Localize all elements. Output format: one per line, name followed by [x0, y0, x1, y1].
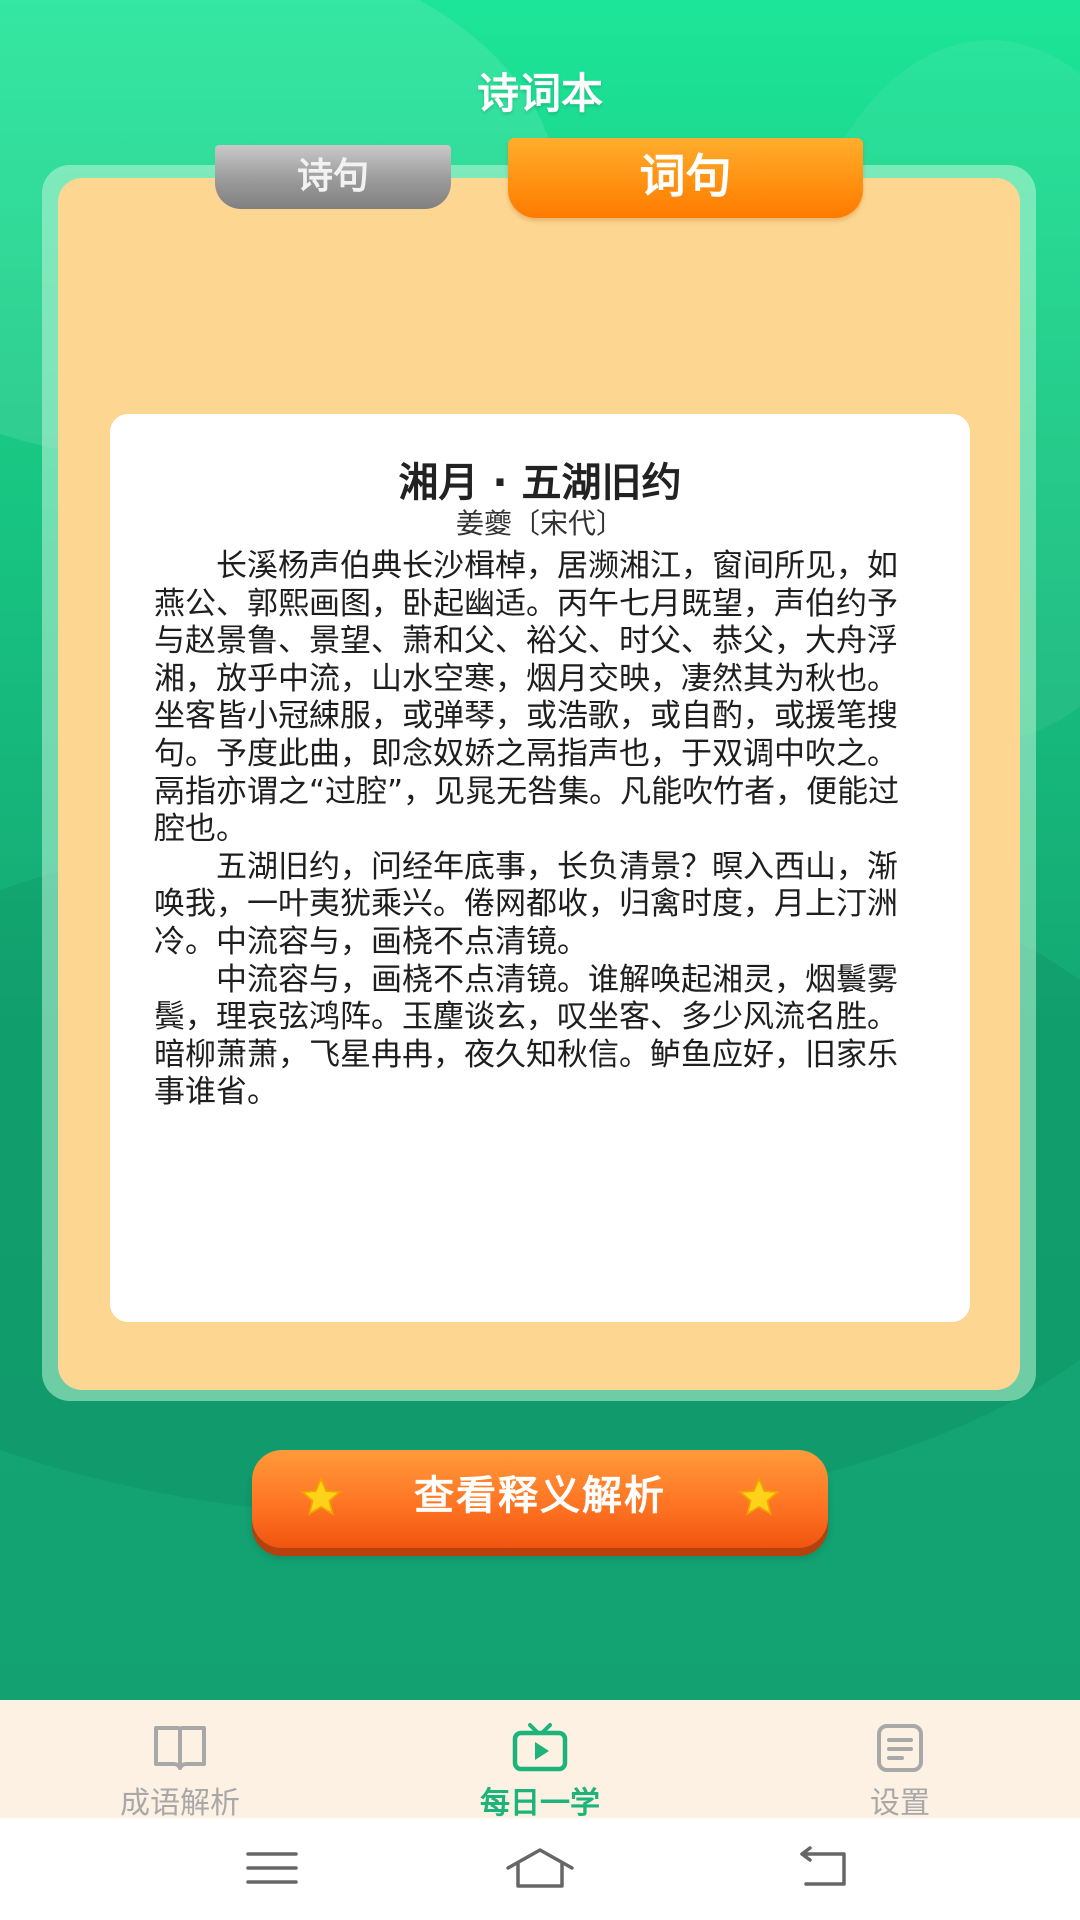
back-icon[interactable] — [796, 1846, 852, 1890]
nav-item-settings[interactable]: 设置 — [750, 1700, 1050, 1821]
document-icon — [877, 1724, 923, 1772]
tv-play-icon — [512, 1723, 568, 1772]
tab-poem-lines[interactable]: 诗句 — [215, 145, 451, 209]
nav-label: 成语解析 — [120, 1786, 240, 1821]
nav-label: 每日一学 — [480, 1786, 600, 1821]
star-icon — [738, 1476, 780, 1516]
system-navigation-bar — [0, 1818, 1080, 1920]
poem-paragraph: 五湖旧约，问经年底事，长负清景？暝入西山，渐唤我，一叶夷犹乘兴。倦网都收，归禽时… — [154, 848, 898, 960]
poem-title: 湘月 · 五湖旧约 — [398, 460, 682, 506]
home-icon[interactable] — [504, 1846, 576, 1890]
book-icon — [154, 1726, 206, 1770]
view-explanation-button[interactable]: 查看释义解析 — [252, 1450, 828, 1548]
poem-paragraph: 中流容与，画桡不点清镜。谁解唤起湘灵，烟鬟雾鬓，理哀弦鸿阵。玉麈谈玄，叹坐客、多… — [154, 961, 898, 1111]
page-title: 诗词本 — [476, 69, 603, 118]
nav-label: 设置 — [870, 1786, 930, 1821]
tab-ci-lines[interactable]: 词句 — [508, 138, 863, 218]
nav-item-daily-learn[interactable]: 每日一学 — [390, 1700, 690, 1821]
bottom-nav: 成语解析 每日一学 设置 — [0, 1700, 1080, 1821]
poem-paragraph: 长溪杨声伯典长沙楫棹，居濒湘江，窗间所见，如燕公、郭熙画图，卧起幽适。丙午七月既… — [154, 548, 900, 848]
poem-panel: 湘月 · 五湖旧约 姜夔〔宋代〕 长溪杨声伯典长沙楫棹，居濒湘江，窗间所见，如燕… — [110, 414, 970, 1322]
poem-author: 姜夔〔宋代〕 — [455, 507, 624, 540]
poem-body: 长溪杨声伯典长沙楫棹，居濒湘江，窗间所见，如燕公、郭熙画图，卧起幽适。丙午七月既… — [154, 548, 926, 1112]
menu-icon[interactable] — [244, 1846, 300, 1890]
nav-item-idiom-analysis[interactable]: 成语解析 — [30, 1700, 330, 1821]
